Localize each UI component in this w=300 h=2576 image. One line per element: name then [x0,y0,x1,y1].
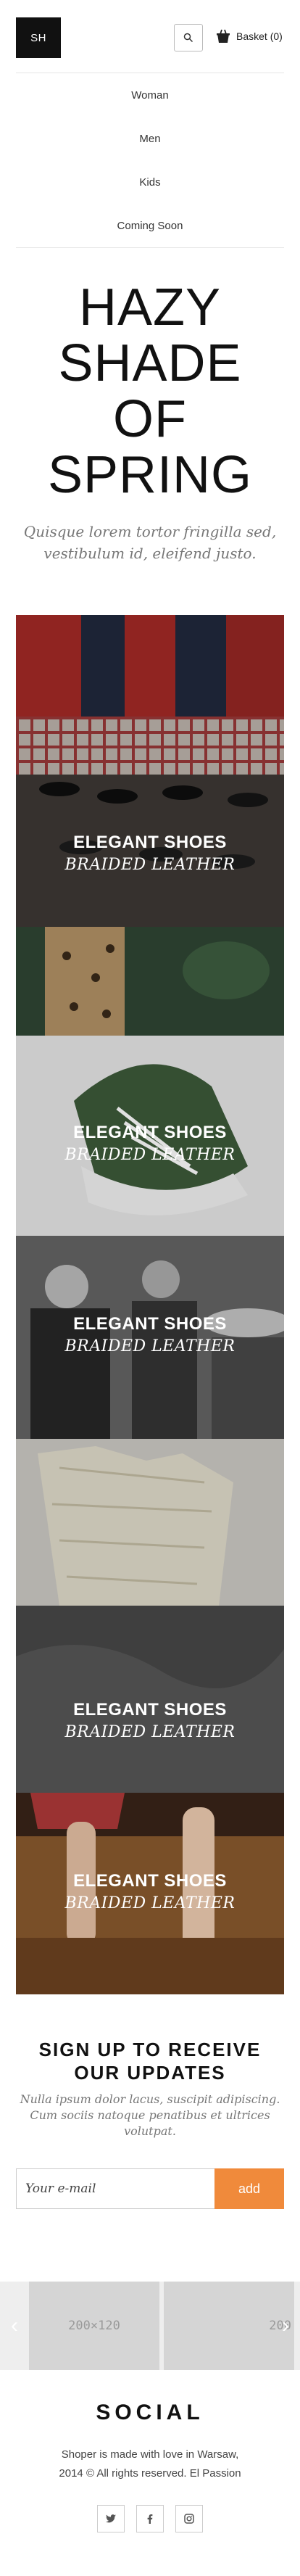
tile-caption: ELEGANT SHOES BRAIDED LEATHER [16,833,284,874]
tile-title: ELEGANT SHOES [73,1700,227,1720]
footer-text: Shoper is made with love in Warsaw, 2014… [16,2445,284,2483]
footer-line: Shoper is made with love in Warsaw, [61,2448,239,2461]
product-tile[interactable]: ELEGANT SHOES BRAIDED LEATHER [16,1793,284,1994]
social-section: SOCIAL Shoper is made with love in Warsa… [0,2370,300,2576]
signup-form: add [16,2168,284,2209]
tile-title: ELEGANT SHOES [73,1871,227,1891]
tile-subtitle: BRAIDED LEATHER [64,1894,236,1912]
tile-subtitle: BRAIDED LEATHER [64,1723,236,1741]
logo[interactable]: SH [16,17,61,58]
hero: HAZY SHADE OF SPRING Quisque lorem torto… [0,248,300,586]
search-button[interactable] [174,24,203,51]
logo-carousel: 200×120 200 ‹ › [0,2282,300,2370]
nav-item-men[interactable]: Men [16,117,284,160]
facebook-icon [147,2514,153,2524]
product-tiles: ELEGANT SHOES BRAIDED LEATHER ELEGANT SH… [16,615,284,1994]
tile-caption: ELEGANT SHOES BRAIDED LEATHER [16,1123,284,1164]
twitter-icon [106,2514,116,2523]
basket-link[interactable]: Basket (0) [214,28,283,45]
header: SH Basket (0) [0,0,300,73]
main-nav: Woman Men Kids Coming Soon [16,73,284,247]
hero-title: HAZY SHADE OF SPRING [16,280,284,503]
footer-line: 2014 © All rights reserved. El Passion [59,2467,241,2480]
hero-title-line: SPRING [47,446,253,504]
tile-subtitle: BRAIDED LEATHER [64,856,236,874]
tile-title: ELEGANT SHOES [73,1123,227,1142]
instagram-link[interactable] [175,2505,203,2532]
product-tile[interactable]: ELEGANT SHOES BRAIDED LEATHER [16,927,284,1236]
chevron-left-icon: ‹ [11,2313,18,2337]
nav-item-coming-soon[interactable]: Coming Soon [16,204,284,247]
social-icons [16,2505,284,2532]
tile-caption: ELEGANT SHOES BRAIDED LEATHER [16,1871,284,1912]
basket-icon [217,29,230,43]
social-title: SOCIAL [96,2400,204,2424]
product-tile[interactable]: ELEGANT SHOES BRAIDED LEATHER [16,1236,284,1439]
hero-subtitle: Quisque lorem tortor fringilla sed, vest… [23,523,277,562]
facebook-link[interactable] [136,2505,164,2532]
signup-text: Nulla ipsum dolor lacus, suscipit adipis… [20,2092,280,2138]
instagram-icon [184,2514,194,2524]
signup-title: SIGN UP TO RECEIVE OUR UPDATES [38,2039,262,2084]
add-button[interactable]: add [214,2168,284,2209]
search-icon [183,33,193,43]
twitter-link[interactable] [97,2505,125,2532]
tile-title: ELEGANT SHOES [73,833,227,852]
product-tile[interactable]: ELEGANT SHOES BRAIDED LEATHER [16,615,284,927]
product-tile[interactable]: ELEGANT SHOES BRAIDED LEATHER [16,1439,284,1793]
hero-title-line: SHADE OF [58,334,242,448]
hero-title-line: HAZY [78,278,222,337]
chevron-right-icon: › [282,2313,289,2337]
carousel-slide[interactable]: 200×120 [29,2282,159,2370]
carousel-prev-button[interactable]: ‹ [0,2282,29,2370]
basket-label: Basket (0) [236,30,283,42]
tile-title: ELEGANT SHOES [73,1314,227,1334]
email-field[interactable] [16,2168,214,2209]
tile-subtitle: BRAIDED LEATHER [64,1337,236,1355]
tile-subtitle: BRAIDED LEATHER [64,1146,236,1164]
carousel-next-button[interactable]: › [271,2282,300,2370]
tile-caption: ELEGANT SHOES BRAIDED LEATHER [16,1314,284,1355]
newsletter-signup: SIGN UP TO RECEIVE OUR UPDATES Nulla ips… [0,1994,300,2139]
page: SH Basket (0) Woman Men Kids Coming Soon… [0,0,300,2576]
tile-shade [16,927,284,1236]
tile-caption: ELEGANT SHOES BRAIDED LEATHER [16,1700,284,1741]
nav-item-woman[interactable]: Woman [16,73,284,117]
nav-item-kids[interactable]: Kids [16,160,284,204]
tile-shade [16,615,284,927]
